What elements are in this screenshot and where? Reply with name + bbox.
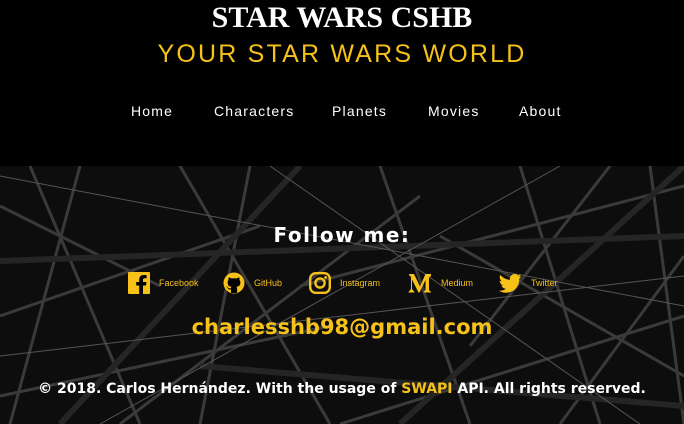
nav-item-home[interactable]: Home [131, 102, 173, 120]
social-link-label: GitHub [254, 278, 283, 288]
site-header: STAR WARS CSHB YOUR STAR WARS WORLD Home… [0, 0, 684, 166]
facebook-icon [128, 272, 150, 294]
copyright-prefix: © 2018. Carlos Hernández. With the usage… [38, 381, 402, 397]
social-link-label: Facebook [159, 278, 199, 288]
swapi-link[interactable]: SWAPI [401, 381, 452, 397]
medium-icon [408, 274, 431, 293]
nav-item-about[interactable]: About [519, 102, 562, 120]
social-link-medium[interactable]: Medium [408, 270, 473, 296]
social-link-twitter[interactable]: Twitter [499, 270, 558, 296]
nav-item-planets[interactable]: Planets [332, 102, 387, 120]
social-link-label: Twitter [531, 278, 558, 288]
nav-item-movies[interactable]: Movies [428, 102, 480, 120]
nav-item-characters[interactable]: Characters [214, 102, 294, 120]
site-footer: Follow me: Facebook GitHub Instagram Med… [0, 166, 684, 424]
email-link[interactable]: charlesshb98@gmail.com [0, 315, 684, 339]
twitter-icon [499, 274, 522, 293]
social-link-facebook[interactable]: Facebook [128, 270, 199, 296]
social-link-github[interactable]: GitHub [223, 270, 282, 296]
social-link-label: Instagram [340, 278, 381, 288]
copyright-suffix: API. All rights reserved. [452, 381, 646, 397]
instagram-icon [309, 272, 331, 294]
site-title: STAR WARS CSHB [211, 1, 473, 34]
copyright-text: © 2018. Carlos Hernández. With the usage… [0, 381, 684, 397]
github-icon [223, 272, 245, 294]
follow-me-heading: Follow me: [273, 223, 411, 247]
social-link-label: Medium [441, 278, 474, 288]
social-link-instagram[interactable]: Instagram [309, 270, 380, 296]
site-subtitle: YOUR STAR WARS WORLD [157, 40, 527, 68]
